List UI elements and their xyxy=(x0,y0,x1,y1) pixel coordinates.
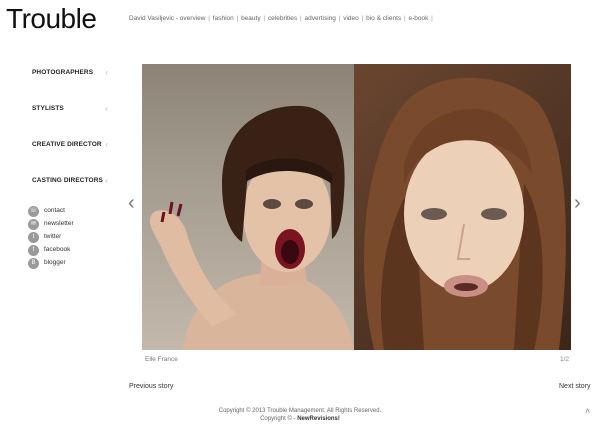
footer-credit-prefix: Copyright © - xyxy=(260,416,298,422)
sidebar-item-creative-director[interactable]: CREATIVE DIRECTOR ‹ xyxy=(32,140,108,149)
nav-overview[interactable]: David Vasiljevic - overview xyxy=(129,15,205,22)
chevron-left-icon: ‹ xyxy=(105,140,108,149)
next-story-button[interactable]: Next story xyxy=(555,381,595,392)
sidebar-item-photographers[interactable]: PHOTOGRAPHERS ‹ xyxy=(32,68,108,77)
twitter-icon: t xyxy=(28,232,39,243)
site-logo[interactable]: Trouble xyxy=(6,2,97,36)
social-label: newsletter xyxy=(44,220,74,227)
portrait-long-hair xyxy=(364,77,566,350)
phone-icon: ☏ xyxy=(28,206,39,217)
blogger-icon: B xyxy=(28,258,39,269)
mail-icon: ✉ xyxy=(28,219,39,230)
portrait-bob-hair xyxy=(149,105,354,350)
sidebar-item-label: CREATIVE DIRECTOR xyxy=(32,141,102,148)
social-link-blogger[interactable]: B blogger xyxy=(28,258,108,269)
gallery-prev-arrow[interactable]: ‹ xyxy=(128,193,135,213)
social-link-newsletter[interactable]: ✉ newsletter xyxy=(28,219,108,230)
nav-fashion[interactable]: fashion xyxy=(213,15,234,22)
chevron-left-icon: ‹ xyxy=(105,68,108,77)
gallery-photo-left xyxy=(142,64,354,350)
nav-beauty[interactable]: beauty xyxy=(241,15,261,22)
footer-credit: Copyright © - NewRevisions! xyxy=(0,416,600,422)
top-navigation: David Vasiljevic - overview | fashion | … xyxy=(129,15,433,22)
social-label: twitter xyxy=(44,233,62,240)
sidebar-item-label: STYLISTS xyxy=(32,105,64,112)
gallery-photo-right xyxy=(354,64,571,350)
chevron-left-icon: ‹ xyxy=(105,176,108,185)
nav-bio-clients[interactable]: bio & clients xyxy=(366,15,401,22)
gallery-stage[interactable] xyxy=(142,64,571,350)
social-label: facebook xyxy=(44,246,71,253)
facebook-icon: f xyxy=(28,245,39,256)
footer-copyright: Copyright © 2013 Trouble Management. All… xyxy=(218,408,382,414)
sidebar-item-stylists[interactable]: STYLISTS ‹ xyxy=(32,104,108,113)
back-to-top-icon[interactable]: ˄ xyxy=(585,406,590,416)
chevron-left-icon: ‹ xyxy=(105,104,108,113)
previous-story-button[interactable]: Previous story xyxy=(125,381,177,392)
nav-e-book[interactable]: e-book xyxy=(408,15,428,22)
gallery-next-arrow[interactable]: › xyxy=(574,193,581,213)
social-link-facebook[interactable]: f facebook xyxy=(28,245,108,256)
sidebar-item-label: CASTING DIRECTORS xyxy=(32,177,103,184)
nav-video[interactable]: video xyxy=(343,15,359,22)
nav-celebrities[interactable]: celebrities xyxy=(268,15,297,22)
social-link-contact[interactable]: ☏ contact xyxy=(28,206,108,217)
gallery-counter: 1/2 xyxy=(560,356,570,363)
social-label: blogger xyxy=(44,259,66,266)
sidebar-item-label: PHOTOGRAPHERS xyxy=(32,69,94,76)
nav-advertising[interactable]: advertising xyxy=(304,15,335,22)
social-label: contact xyxy=(44,207,65,214)
social-link-twitter[interactable]: t twitter xyxy=(28,232,108,243)
footer-credit-link[interactable]: NewRevisions! xyxy=(297,416,340,422)
sidebar-item-casting-directors[interactable]: CASTING DIRECTORS ‹ xyxy=(32,176,108,185)
gallery-caption: Elle France xyxy=(145,356,178,363)
